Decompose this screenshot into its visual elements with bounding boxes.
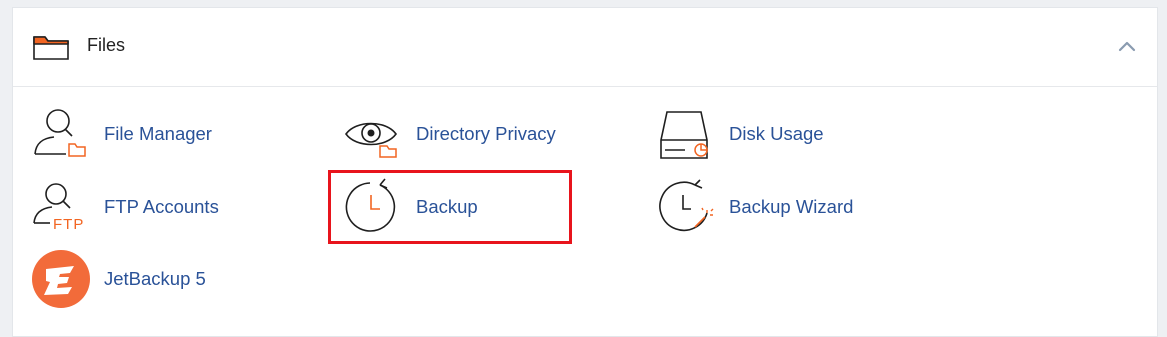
file-manager-link[interactable]: File Manager: [32, 104, 282, 164]
chevron-up-icon[interactable]: [1117, 38, 1137, 54]
backup-wizard-link[interactable]: Backup Wizard: [657, 177, 907, 237]
section-title: Files: [87, 35, 126, 55]
file-manager-icon: [34, 109, 86, 157]
svg-text:FTP: FTP: [53, 216, 84, 233]
ftp-accounts-label: FTP Accounts: [104, 196, 219, 217]
directory-privacy-icon: [345, 122, 397, 158]
backup-highlight-box: [328, 170, 572, 244]
ftp-accounts-icon: FTP: [33, 183, 84, 233]
panel-header[interactable]: Files: [13, 8, 1157, 87]
directory-privacy-label: Directory Privacy: [416, 123, 556, 144]
backup-wizard-label: Backup Wizard: [729, 196, 854, 217]
folder-icon: [33, 36, 69, 60]
jetbackup-icon: [32, 250, 90, 308]
ftp-accounts-link[interactable]: FTP FTP Accounts: [32, 177, 282, 237]
directory-privacy-link[interactable]: Directory Privacy: [344, 104, 594, 164]
disk-usage-label: Disk Usage: [729, 123, 824, 144]
jetbackup-link[interactable]: JetBackup 5: [32, 249, 282, 309]
disk-usage-icon: [660, 111, 708, 159]
file-manager-label: File Manager: [104, 123, 212, 144]
disk-usage-link[interactable]: Disk Usage: [657, 104, 907, 164]
jetbackup-label: JetBackup 5: [104, 268, 206, 289]
backup-wizard-icon: [659, 179, 714, 232]
